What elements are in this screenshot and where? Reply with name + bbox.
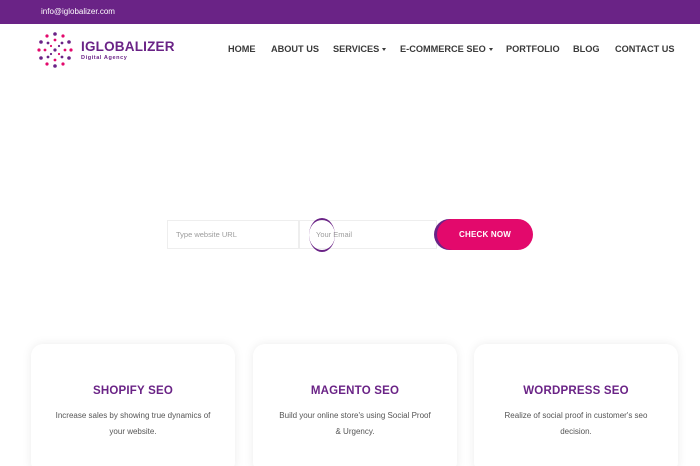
contact-email[interactable]: info@iglobalizer.com xyxy=(41,7,115,16)
site-header: IGLOBALIZER Digital Agency HOME ABOUT US… xyxy=(0,24,700,74)
service-card-shopify[interactable]: SHOPIFY SEO Increase sales by showing tr… xyxy=(31,344,235,466)
nav-label: PORTFOLIO xyxy=(506,44,560,54)
nav-item-ecommerce-seo[interactable]: E-COMMERCE SEO xyxy=(400,44,493,58)
card-title: WORDPRESS SEO xyxy=(523,385,629,397)
nav-item-about-us[interactable]: ABOUT US xyxy=(271,44,319,58)
nav-item-contact-us[interactable]: CONTACT US xyxy=(615,44,675,58)
nav-label: SERVICES xyxy=(333,44,380,54)
brand-tagline: Digital Agency xyxy=(81,55,128,61)
nav-label: ABOUT US xyxy=(271,44,319,54)
card-title: MAGENTO SEO xyxy=(310,385,400,397)
card-title: SHOPIFY SEO xyxy=(93,385,173,397)
nav-label: HOME xyxy=(228,44,256,54)
service-card-magento[interactable]: MAGENTO SEO Build your online store's us… xyxy=(253,344,457,466)
logo-mark-icon xyxy=(37,32,73,68)
brand-name: IGLOBALIZER xyxy=(81,39,175,54)
caret-down-icon xyxy=(382,48,387,52)
caret-down-icon xyxy=(488,48,493,52)
seo-check-form: CHECK NOW xyxy=(0,215,700,255)
email-input[interactable] xyxy=(299,220,437,249)
card-description: Increase sales by showing true dynamics … xyxy=(55,411,211,436)
nav-item-services[interactable]: SERVICES xyxy=(333,44,387,58)
nav-label: E-COMMERCE SEO xyxy=(400,44,486,54)
logo[interactable]: IGLOBALIZER Digital Agency xyxy=(35,30,175,70)
card-description: Build your online store's using Social P… xyxy=(279,411,431,436)
nav-item-blog[interactable]: BLOG xyxy=(573,44,600,58)
website-url-input[interactable] xyxy=(167,220,299,249)
nav-item-home[interactable]: HOME xyxy=(228,44,256,58)
check-now-button[interactable]: CHECK NOW xyxy=(437,219,533,250)
nav-label: BLOG xyxy=(573,44,600,54)
service-card-wordpress[interactable]: WORDPRESS SEO Realize of social proof in… xyxy=(474,344,678,466)
nav-label: CONTACT US xyxy=(615,44,675,54)
card-description: Realize of social proof in customer's se… xyxy=(504,411,648,436)
nav-item-portfolio[interactable]: PORTFOLIO xyxy=(506,44,560,58)
top-bar: info@iglobalizer.com xyxy=(0,0,700,24)
